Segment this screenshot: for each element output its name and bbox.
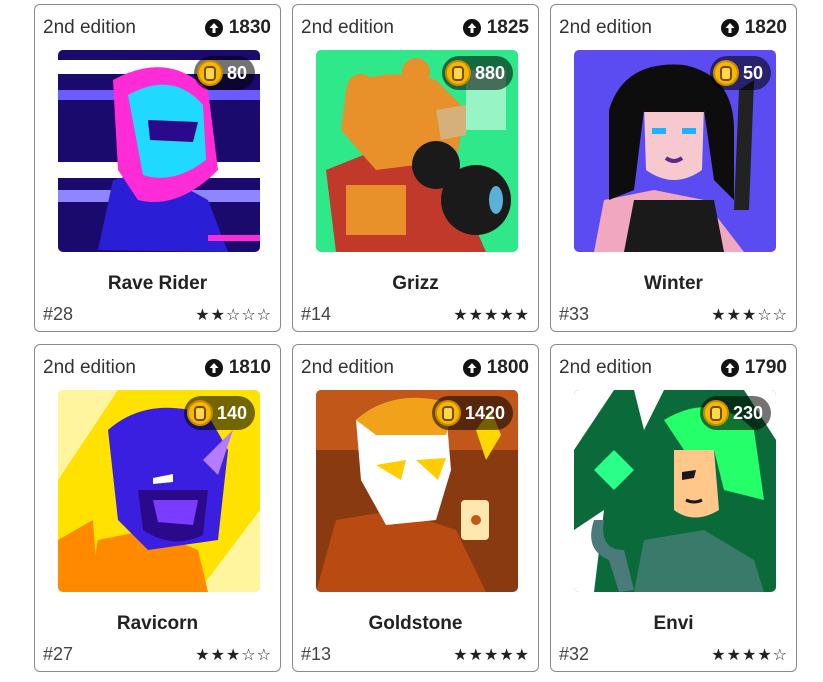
edition-label: 2nd edition [301,17,394,38]
score-value: 1825 [486,17,529,38]
coin-icon [196,60,223,86]
card-art: 230 [574,390,776,592]
coin-icon [186,400,213,426]
card-art: 80 [58,50,260,252]
score: 1825 [462,17,529,39]
arrow-up-circle-icon [204,19,223,37]
card-name: Ravicorn [116,613,199,634]
card-name: Rave Rider [107,273,208,294]
edition-label: 2nd edition [301,357,394,378]
card-art: 50 [574,50,776,252]
score-value: 1790 [744,357,787,378]
card-name: Envi [653,613,694,634]
coin-icon [444,60,471,86]
price-badge: 1420 [431,396,513,430]
price-value: 230 [732,402,763,423]
arrow-up-circle-icon [462,359,481,377]
arrow-up-circle-icon [720,359,739,377]
card-number: #14 [301,304,332,324]
card-art: 880 [316,50,518,252]
arrow-up-circle-icon [462,19,481,37]
star-rating: ★★★☆☆ [195,647,272,664]
edition-label: 2nd edition [559,357,652,378]
price-badge: 80 [193,56,255,90]
card-grizz[interactable]: 2nd edition 1825 880 Grizz #14 ★★★★★ [292,4,539,332]
card-art: 140 [58,390,260,592]
price-badge: 50 [709,56,771,90]
coin-icon [434,400,461,426]
card-winter[interactable]: 2nd edition 1820 50 Winter #33 ★★★☆☆ [550,4,797,332]
card-goldstone[interactable]: 2nd edition 1800 1420 Goldstone #13 ★★★★… [292,344,539,672]
score-value: 1810 [228,357,271,378]
price-value: 1420 [464,402,505,423]
star-rating: ★★★★★ [453,307,530,324]
star-rating: ★★★☆☆ [711,307,788,324]
card-ravicorn[interactable]: 2nd edition 1810 140 Ravicorn #27 ★★★☆☆ [34,344,281,672]
score-value: 1830 [228,17,271,38]
card-art: 1420 [316,390,518,592]
price-value: 880 [474,62,505,83]
arrow-up-circle-icon [204,359,223,377]
price-badge: 880 [441,56,513,90]
card-rave-rider[interactable]: 2nd edition 1830 80 Rave Rider #28 ★★☆☆☆ [34,4,281,332]
arrow-up-circle-icon [720,19,739,37]
card-number: #28 [43,304,74,324]
price-value: 140 [216,402,247,423]
edition-label: 2nd edition [559,17,652,38]
price-badge: 140 [183,396,255,430]
star-rating: ★★★★☆ [711,647,788,664]
card-number: #32 [559,644,590,664]
score-value: 1800 [486,357,529,378]
price-badge: 230 [699,396,771,430]
coin-icon [702,400,729,426]
score: 1790 [720,357,787,379]
coin-icon [712,60,739,86]
price-value: 80 [226,62,247,83]
card-number: #27 [43,644,74,664]
card-number: #33 [559,304,590,324]
score-value: 1820 [744,17,787,38]
score: 1820 [720,17,787,39]
score: 1830 [204,17,271,39]
star-rating: ★★★★★ [453,647,530,664]
card-name: Goldstone [368,613,463,634]
edition-label: 2nd edition [43,357,136,378]
price-value: 50 [742,62,763,83]
edition-label: 2nd edition [43,17,136,38]
score: 1800 [462,357,529,379]
card-name: Grizz [392,273,439,294]
card-number: #13 [301,644,332,664]
card-name: Winter [644,273,703,294]
card-envi[interactable]: 2nd edition 1790 230 Envi #32 ★★★★☆ [550,344,797,672]
star-rating: ★★☆☆☆ [195,307,272,324]
score: 1810 [204,357,271,379]
